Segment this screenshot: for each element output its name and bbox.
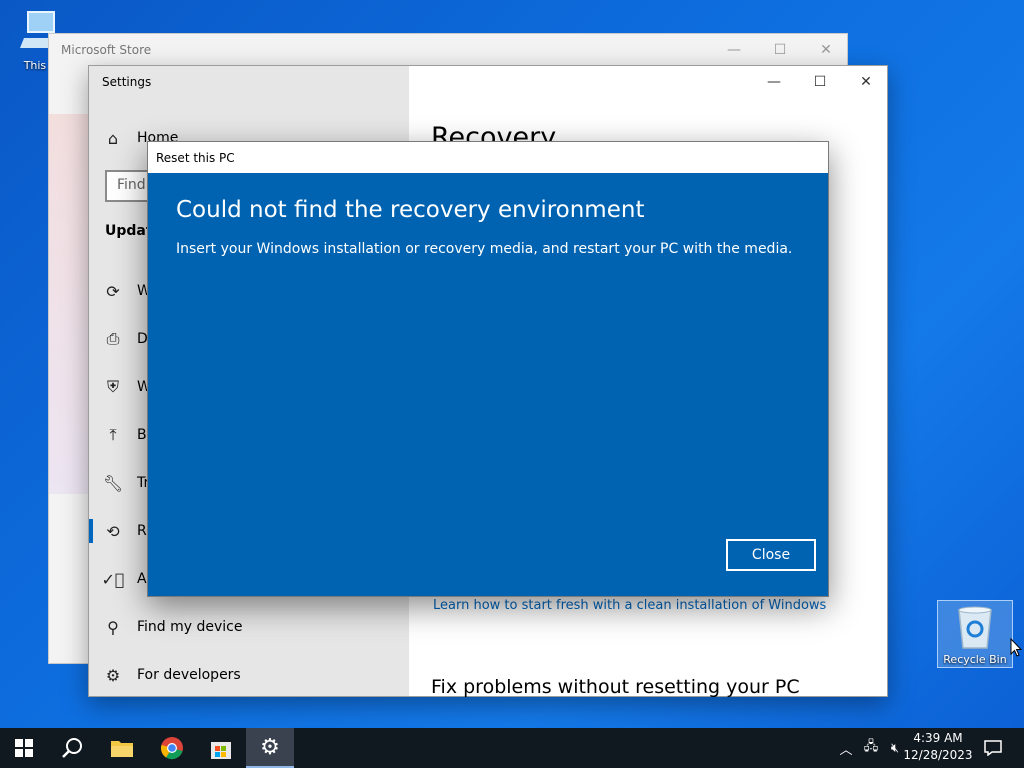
clock-time: 4:39 AM <box>913 731 963 745</box>
network-icon: 🖧︎ <box>863 739 879 754</box>
settings-taskbar-button[interactable]: ⚙ <box>246 728 294 768</box>
settings-minimize-button[interactable]: — <box>751 66 797 98</box>
store-content-area <box>49 114 89 494</box>
file-explorer-button[interactable] <box>98 728 146 768</box>
dialog-body: Could not find the recovery environment … <box>148 173 828 596</box>
close-button[interactable]: Close <box>726 539 816 571</box>
clean-install-link[interactable]: Learn how to start fresh with a clean in… <box>433 598 826 613</box>
chevron-up-icon: ︿ <box>839 742 853 758</box>
store-minimize-button[interactable]: — <box>711 34 757 66</box>
shield-icon: ⛨ <box>106 377 119 396</box>
store-taskbar-button[interactable] <box>197 728 245 768</box>
store-maximize-button[interactable]: ☐ <box>757 34 803 66</box>
network-status-button[interactable]: 🖧︎ <box>860 728 882 768</box>
settings-close-button[interactable]: ✕ <box>843 66 889 98</box>
show-hidden-icons-button[interactable]: ︿ <box>836 728 856 768</box>
delivery-icon: ⎙ <box>106 329 120 348</box>
search-icon <box>62 738 82 758</box>
notification-icon <box>984 740 1002 756</box>
recycle-bin-desktop-icon[interactable]: Recycle Bin <box>937 600 1013 668</box>
fix-problems-header: Fix problems without resetting your PC <box>431 676 800 698</box>
dialog-heading: Could not find the recovery environment <box>176 197 645 223</box>
sidebar-item-for-developers[interactable]: ⚙ For developers <box>89 653 409 697</box>
taskbar-clock[interactable]: 4:39 AM 12/28/2023 <box>902 730 974 764</box>
sidebar-item-find-my-device[interactable]: ⚲ Find my device <box>89 605 409 649</box>
folder-icon <box>111 741 133 757</box>
sync-icon: ⟳ <box>106 281 120 301</box>
chrome-icon <box>160 737 183 760</box>
action-center-button[interactable] <box>978 728 1008 768</box>
gear-icon: ⚙ <box>260 734 280 760</box>
settings-window-title: Settings <box>102 75 152 89</box>
dialog-message: Insert your Windows installation or reco… <box>176 241 793 257</box>
volume-muted-icon: 🔇︎ <box>890 740 900 756</box>
start-button[interactable] <box>0 728 48 768</box>
store-bag-icon <box>211 742 231 759</box>
home-icon: ⌂ <box>107 128 119 148</box>
recycle-bin-label: Recycle Bin <box>943 653 1007 666</box>
search-button[interactable] <box>48 728 96 768</box>
backup-icon: ⤒ <box>109 425 117 444</box>
settings-maximize-button[interactable]: ☐ <box>797 66 843 98</box>
search-placeholder: Find <box>117 177 146 193</box>
sidebar-item-label: For developers <box>137 667 241 683</box>
person-icon: ⚲ <box>107 617 119 637</box>
wrench-icon: 🔧︎ <box>102 473 124 493</box>
check-circle-icon: ✓⃝ <box>101 569 125 589</box>
sidebar-item-label: Find my device <box>137 619 243 635</box>
recovery-icon: ⟲ <box>106 521 120 541</box>
reset-pc-dialog[interactable]: Reset this PC Could not find the recover… <box>147 141 829 597</box>
mouse-cursor-icon <box>1010 638 1022 657</box>
clock-date: 12/28/2023 <box>903 748 973 762</box>
chrome-button[interactable] <box>148 728 196 768</box>
developer-icon: ⚙ <box>105 665 121 685</box>
dialog-title: Reset this PC <box>148 142 828 173</box>
taskbar: ⚙ ︿ 🖧︎ 🔇︎ 4:39 AM 12/28/2023 <box>0 728 1024 768</box>
recycle-bin-icon <box>958 606 992 649</box>
store-close-button[interactable]: ✕ <box>803 34 849 66</box>
windows-logo-icon <box>15 739 33 757</box>
